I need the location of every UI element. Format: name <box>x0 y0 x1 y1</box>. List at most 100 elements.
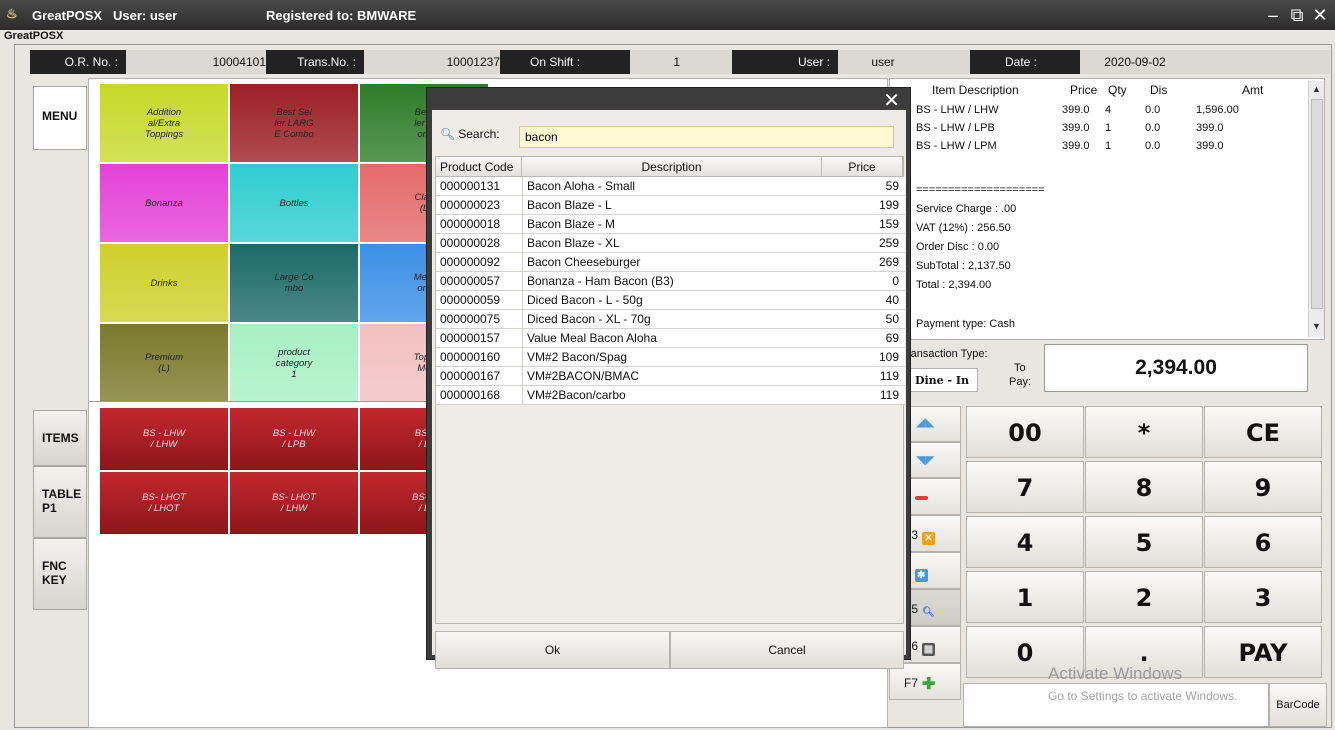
menu-tile[interactable]: Large Co mbo <box>229 243 359 323</box>
app-title: GreatPOSX <box>32 8 103 23</box>
ok-button[interactable]: Ok <box>435 631 670 669</box>
receipt-col-amt: Amt <box>1242 83 1264 97</box>
col-price[interactable]: Price <box>822 157 903 177</box>
table-row[interactable]: 000000028 Bacon Blaze - XL 259 <box>436 234 905 253</box>
description-cell: Diced Bacon - XL - 70g <box>522 310 651 328</box>
key-9[interactable]: 9 <box>1204 461 1322 513</box>
transaction-type-value[interactable]: Dine - In <box>906 368 978 392</box>
key-8[interactable]: 8 <box>1085 461 1203 513</box>
menu-tile-line: Bonanza <box>145 197 183 209</box>
key-6[interactable]: 6 <box>1204 516 1322 568</box>
table-row[interactable]: 000000057 Bonanza - Ham Bacon (B3) 0 <box>436 272 905 291</box>
tab-table[interactable]: TABLE P1 <box>33 466 87 538</box>
menu-tile-label: product category 1 <box>276 347 312 380</box>
table-row[interactable]: 000000160 VM#2 Bacon/Spag 109 <box>436 348 905 367</box>
menu-tile[interactable]: Best Sel ler LARG E Combo <box>229 83 359 163</box>
minimize-icon[interactable]: – <box>1263 5 1283 26</box>
menu-tile-line: (L) <box>158 363 170 374</box>
search-icon: 🔍︎ <box>440 127 456 141</box>
tab-fnc-line1: FNC <box>42 559 67 573</box>
tab-fnc-key[interactable]: FNC KEY <box>33 538 87 610</box>
menu-tile-line: Premium <box>144 352 183 363</box>
price-cell: 159 <box>878 217 899 231</box>
price-cell: 119 <box>879 369 899 383</box>
table-row[interactable]: 000000059 Diced Bacon - L - 50g 40 <box>436 291 905 310</box>
menu-tile[interactable]: Drinks <box>99 243 229 323</box>
dialog-body: 🔍︎Search: Product Code Description Price… <box>432 110 906 669</box>
key-star[interactable]: * <box>1085 406 1203 458</box>
menu-tile-label: Best Sel ler LARG E Combo <box>274 107 314 140</box>
menu-tile[interactable]: Bottles <box>229 163 359 243</box>
menu-tile-line: al/Extra <box>147 117 181 129</box>
table-row[interactable]: 000000023 Bacon Blaze - L 199 <box>436 196 905 215</box>
table-row[interactable]: 000000075 Diced Bacon - XL - 70g 50 <box>436 310 905 329</box>
receipt-col-qty: Qty <box>1108 83 1127 97</box>
key-1[interactable]: 1 <box>966 571 1084 623</box>
scroll-down-icon[interactable]: ▼ <box>1312 321 1321 331</box>
tab-table-line2: P1 <box>42 501 57 515</box>
receipt-qty-cell: 1 <box>1105 140 1112 152</box>
description-cell: Bacon Blaze - L <box>522 196 612 214</box>
key-ce[interactable]: CE <box>1204 406 1322 458</box>
receipt-qty-cell: 1 <box>1105 122 1112 134</box>
cancel-button[interactable]: Cancel <box>670 631 904 669</box>
description-cell: Bacon Blaze - XL <box>522 234 620 252</box>
receipt-price-cell: 399.0 <box>1062 140 1090 152</box>
col-product-code[interactable]: Product Code <box>436 157 522 177</box>
search-label: 🔍︎ Search: <box>440 127 500 141</box>
vat-line: VAT (12%) : 256.50 <box>916 222 1011 234</box>
col-description[interactable]: Description <box>522 157 822 177</box>
table-row[interactable]: 000000167 VM#2BACON/BMAC 119 <box>436 367 905 386</box>
barcode-button[interactable]: BarCode <box>1269 683 1327 727</box>
receipt-scrollbar[interactable]: ▲ ▼ <box>1308 81 1324 337</box>
close-icon[interactable]: ✕ <box>1310 5 1330 26</box>
table-row[interactable]: 000000157 Value Meal Bacon Aloha 69 <box>436 329 905 348</box>
key-00[interactable]: 00 <box>966 406 1084 458</box>
search-input[interactable] <box>519 126 894 148</box>
service-charge: Service Charge : .00 <box>916 203 1017 215</box>
menu-tile[interactable]: Premium (L) <box>99 323 229 403</box>
description-cell: Bacon Blaze - M <box>522 215 615 233</box>
restore-icon[interactable]: ⧉ <box>1287 5 1307 26</box>
menu-tile[interactable]: Addition al/Extra Toppings <box>99 83 229 163</box>
menu-tile-line: E Combo <box>274 128 314 140</box>
table-row[interactable]: 000000168 VM#2Bacon/carbo 119 <box>436 386 905 405</box>
menu-tile[interactable]: Bonanza <box>99 163 229 243</box>
key-3[interactable]: 3 <box>1204 571 1322 623</box>
results-grid: Product Code Description Price 000000131… <box>435 156 905 624</box>
item-tile[interactable]: BS- LHOT / LHOT <box>99 471 229 535</box>
item-tile[interactable]: BS- LHOT / LHW <box>229 471 359 535</box>
receipt-price-cell: 399.0 <box>1062 122 1090 134</box>
item-tile[interactable]: BS - LHW / LPB <box>229 407 359 471</box>
receipt-dis-cell: 0.0 <box>1145 104 1161 116</box>
pay-button[interactable]: PAY <box>1204 626 1322 678</box>
transaction-type-label: ransaction Type: <box>907 348 988 360</box>
app-icon: ♨ <box>6 6 18 21</box>
price-cell: 40 <box>885 293 899 307</box>
scroll-thumb[interactable] <box>1311 99 1323 309</box>
key-4[interactable]: 4 <box>966 516 1084 568</box>
menu-tile[interactable]: product category 1 <box>229 323 359 403</box>
description-cell: VM#2 Bacon/Spag <box>522 348 627 366</box>
item-tile[interactable]: BS - LHW / LHW <box>99 407 229 471</box>
receipt-desc-cell: BS - LHW / LPB <box>916 122 995 134</box>
product-code-cell: 000000018 <box>440 217 501 231</box>
key-2[interactable]: 2 <box>1085 571 1203 623</box>
table-row[interactable]: 000000018 Bacon Blaze - M 159 <box>436 215 905 234</box>
receipt-dis-cell: 0.0 <box>1145 122 1161 134</box>
table-row[interactable]: 000000131 Bacon Aloha - Small 59 <box>436 177 905 196</box>
description-cell: Value Meal Bacon Aloha <box>522 329 657 347</box>
up-arrow-icon: ◢◣ <box>916 415 935 429</box>
key-5[interactable]: 5 <box>1085 516 1203 568</box>
tab-menu[interactable]: MENU <box>33 86 87 150</box>
tab-items[interactable]: ITEMS <box>33 410 87 466</box>
menu-tile-line: Drinks <box>150 277 178 289</box>
menu-tile-line: Bottles <box>279 197 309 209</box>
table-row[interactable]: 000000092 Bacon Cheeseburger 269 <box>436 253 905 272</box>
item-tile-label: BS- LHOT / LHOT <box>142 492 186 514</box>
key-7[interactable]: 7 <box>966 461 1084 513</box>
product-code-cell: 000000028 <box>440 236 501 250</box>
scroll-up-icon[interactable]: ▲ <box>1312 84 1321 94</box>
product-code-cell: 000000023 <box>440 198 501 212</box>
price-cell: 109 <box>878 350 899 364</box>
